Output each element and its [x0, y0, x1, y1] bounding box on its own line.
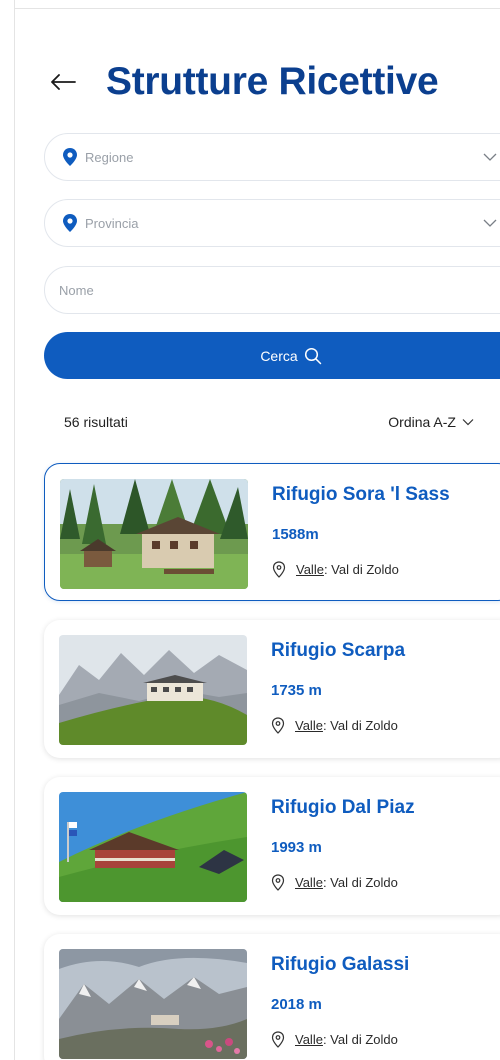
- result-card[interactable]: Rifugio Sora 'l Sass 1588m Valle : Val d…: [44, 463, 500, 601]
- rifugio-altitude: 1993 m: [271, 839, 322, 856]
- rifugio-name: Rifugio Galassi: [271, 954, 410, 975]
- nome-input[interactable]: Nome: [44, 266, 500, 314]
- location-value: : Val di Zoldo: [322, 718, 398, 733]
- rifugio-altitude: 2018 m: [271, 996, 322, 1013]
- results-bar: 56 risultati Ordina A-Z: [64, 414, 474, 430]
- map-pin-outline-icon: [271, 1031, 285, 1048]
- page-header: Strutture Ricettive: [50, 60, 439, 104]
- chevron-down-icon: [462, 419, 474, 426]
- rifugio-location: Valle : Val di Zoldo: [272, 561, 450, 578]
- location-value: : Val di Zoldo: [322, 1032, 398, 1047]
- sort-dropdown[interactable]: Ordina A-Z: [388, 414, 474, 430]
- search-button-label: Cerca: [260, 347, 298, 364]
- frame-left-border: [14, 0, 15, 1060]
- rifugio-location: Valle : Val di Zoldo: [271, 874, 415, 891]
- location-pin-icon: [63, 214, 77, 232]
- page-title: Strutture Ricettive: [106, 60, 439, 103]
- chevron-down-icon: [483, 153, 497, 161]
- arrow-left-icon: [51, 74, 76, 90]
- rifugio-photo: [59, 635, 247, 745]
- chevron-down-icon: [483, 219, 497, 227]
- rifugio-location: Valle : Val di Zoldo: [271, 717, 405, 734]
- provincia-select[interactable]: Provincia: [44, 199, 500, 247]
- search-icon: [304, 347, 322, 365]
- result-card[interactable]: Rifugio Galassi 2018 m Valle : Val di Zo…: [44, 934, 500, 1060]
- map-pin-outline-icon: [272, 561, 286, 578]
- location-pin-icon: [63, 148, 77, 166]
- location-value: : Val di Zoldo: [322, 875, 398, 890]
- nome-placeholder: Nome: [59, 282, 94, 298]
- location-key[interactable]: Valle: [295, 718, 323, 733]
- results-count: 56 risultati: [64, 414, 128, 430]
- search-button[interactable]: Cerca: [44, 332, 500, 379]
- map-pin-outline-icon: [271, 874, 285, 891]
- map-pin-outline-icon: [271, 717, 285, 734]
- rifugio-photo: [60, 479, 248, 589]
- provincia-placeholder: Provincia: [85, 215, 139, 231]
- location-value: : Val di Zoldo: [323, 562, 399, 577]
- regione-select[interactable]: Regione: [44, 133, 500, 181]
- rifugio-photo: [59, 792, 247, 902]
- rifugio-altitude: 1735 m: [271, 682, 322, 699]
- rifugio-photo: [59, 949, 247, 1059]
- back-button[interactable]: [50, 70, 82, 94]
- rifugio-location: Valle : Val di Zoldo: [271, 1031, 409, 1048]
- location-key[interactable]: Valle: [295, 875, 323, 890]
- rifugio-altitude: 1588m: [272, 526, 319, 543]
- regione-placeholder: Regione: [85, 149, 134, 165]
- sort-label: Ordina A-Z: [388, 414, 456, 430]
- rifugio-name: Rifugio Scarpa: [271, 640, 406, 661]
- rifugio-name: Rifugio Sora 'l Sass: [272, 484, 450, 505]
- location-key[interactable]: Valle: [295, 1032, 323, 1047]
- result-card[interactable]: Rifugio Scarpa 1735 m Valle : Val di Zol…: [44, 620, 500, 758]
- result-card[interactable]: Rifugio Dal Piaz 1993 m Valle : Val di Z…: [44, 777, 500, 915]
- location-key[interactable]: Valle: [296, 562, 324, 577]
- frame-top-border: [14, 8, 500, 9]
- rifugio-name: Rifugio Dal Piaz: [271, 797, 415, 818]
